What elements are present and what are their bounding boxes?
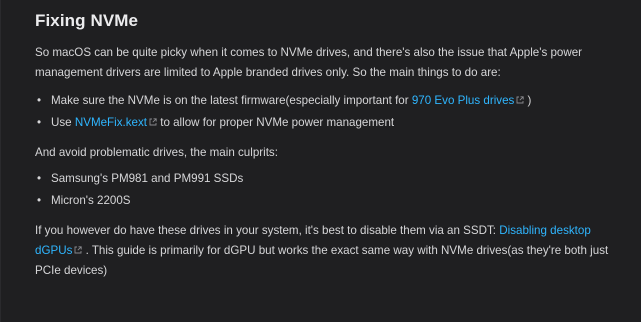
culprits-list: • Samsung's PM981 and PM991 SSDs • Micro… <box>35 169 623 211</box>
list-item-text-after: to allow for proper NVMe power managemen… <box>157 116 395 129</box>
list-item: • Micron's 2200S <box>35 191 623 211</box>
list-item: • Use NVMeFix.kext to allow for proper N… <box>35 113 623 133</box>
link-nvmefix-kext[interactable]: NVMeFix.kext <box>75 116 157 129</box>
list-item: • Samsung's PM981 and PM991 SSDs <box>35 169 623 189</box>
list-item-text-after: ) <box>524 94 532 107</box>
final-text: If you however do have these drives in y… <box>35 224 500 237</box>
list-item-text: Micron's 2200S <box>51 194 131 207</box>
document-page: Fixing NVMe So macOS can be quite picky … <box>0 0 641 322</box>
list-item-text: Samsung's PM981 and PM991 SSDs <box>51 172 244 185</box>
list-item: • Make sure the NVMe is on the latest fi… <box>35 91 623 111</box>
todo-list: • Make sure the NVMe is on the latest fi… <box>35 91 623 133</box>
list-item-text: Use <box>51 116 75 129</box>
bullet-icon: • <box>37 116 42 129</box>
bullet-icon: • <box>37 194 42 207</box>
intro-paragraph: So macOS can be quite picky when it come… <box>35 46 583 79</box>
final-paragraph: If you however do have these drives in y… <box>35 221 623 281</box>
avoid-paragraph: And avoid problematic drives, the main c… <box>35 146 278 159</box>
final-text-after: . This guide is primarily for dGPU but w… <box>35 244 609 277</box>
link-970-evo-plus[interactable]: 970 Evo Plus drives <box>412 94 524 107</box>
bullet-icon: • <box>37 172 42 185</box>
external-link-icon <box>149 118 157 126</box>
list-item-text: Make sure the NVMe is on the latest firm… <box>51 94 412 107</box>
bullet-icon: • <box>37 94 42 107</box>
section-heading: Fixing NVMe <box>35 11 139 30</box>
article-content: Fixing NVMe So macOS can be quite picky … <box>35 10 623 281</box>
